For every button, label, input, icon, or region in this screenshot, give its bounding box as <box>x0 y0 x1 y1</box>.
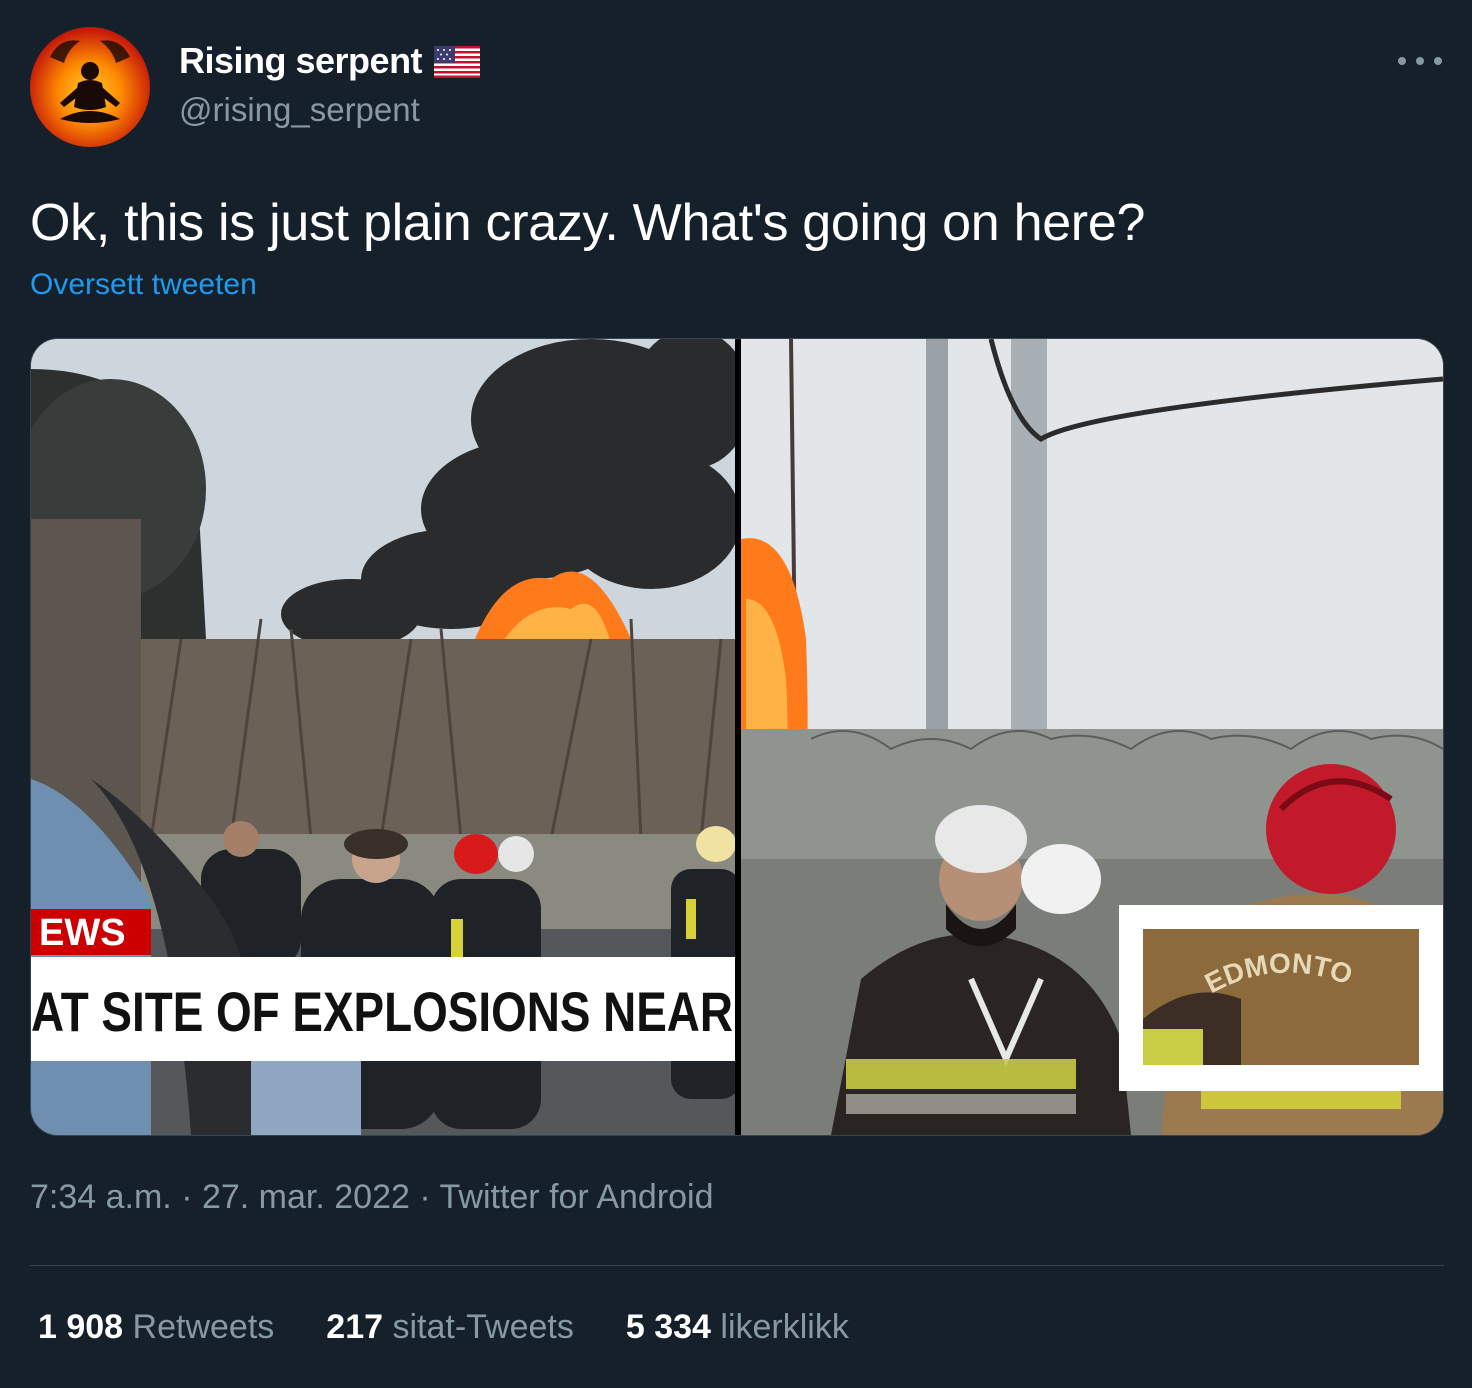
meditating-figure-icon <box>50 40 130 123</box>
avatar[interactable] <box>30 27 150 147</box>
likes-count: 5 334 <box>625 1308 711 1346</box>
tweet-date[interactable]: 27. mar. 2022 <box>202 1178 410 1216</box>
likes-stat[interactable]: 5 334 likerklikk <box>626 1308 849 1347</box>
display-name[interactable]: Rising serpent <box>179 40 481 82</box>
tweet-metadata: 7:34 a.m. · 27. mar. 2022 · Twitter for … <box>30 1178 714 1217</box>
likes-label: likerklikk <box>720 1308 849 1346</box>
retweets-label: Retweets <box>132 1308 275 1346</box>
tweet-text: Ok, this is just plain crazy. What's goi… <box>30 194 1146 252</box>
right-video-frame: EDMONTO <box>741 339 1443 1135</box>
tweet-card: Rising serpent @rising_serpent Ok, this … <box>0 0 1472 1388</box>
quote-tweets-count: 217 <box>326 1308 384 1346</box>
dot <box>1416 57 1424 65</box>
display-name-text: Rising serpent <box>179 40 423 81</box>
tweet-media-image[interactable]: EWS AT SITE OF EXPLOSIONS NEAR EDMONTO <box>30 338 1444 1136</box>
news-tag-text: EWS <box>39 912 126 954</box>
dot <box>1398 57 1406 65</box>
retweets-stat[interactable]: 1 908 Retweets <box>38 1308 274 1347</box>
us-flag-icon <box>434 45 481 78</box>
meta-separator: · <box>171 1178 202 1216</box>
news-headline-text: AT SITE OF EXPLOSIONS NEAR <box>31 980 733 1043</box>
dot <box>1434 57 1442 65</box>
translate-tweet-link[interactable]: Oversett tweeten <box>30 268 257 302</box>
retweets-count: 1 908 <box>38 1308 124 1346</box>
tweet-source[interactable]: Twitter for Android <box>440 1178 714 1216</box>
tweet-stats: 1 908 Retweets 217 sitat-Tweets 5 334 li… <box>38 1308 849 1347</box>
left-video-frame: EWS AT SITE OF EXPLOSIONS NEAR <box>31 339 751 1135</box>
divider <box>30 1265 1444 1266</box>
more-options-icon[interactable] <box>1398 50 1442 72</box>
tweet-time[interactable]: 7:34 a.m. <box>30 1178 172 1216</box>
quote-tweets-label: sitat-Tweets <box>392 1308 574 1346</box>
author-handle[interactable]: @rising_serpent <box>179 91 420 129</box>
quote-tweets-stat[interactable]: 217 sitat-Tweets <box>326 1308 574 1347</box>
meta-separator: · <box>409 1178 440 1216</box>
